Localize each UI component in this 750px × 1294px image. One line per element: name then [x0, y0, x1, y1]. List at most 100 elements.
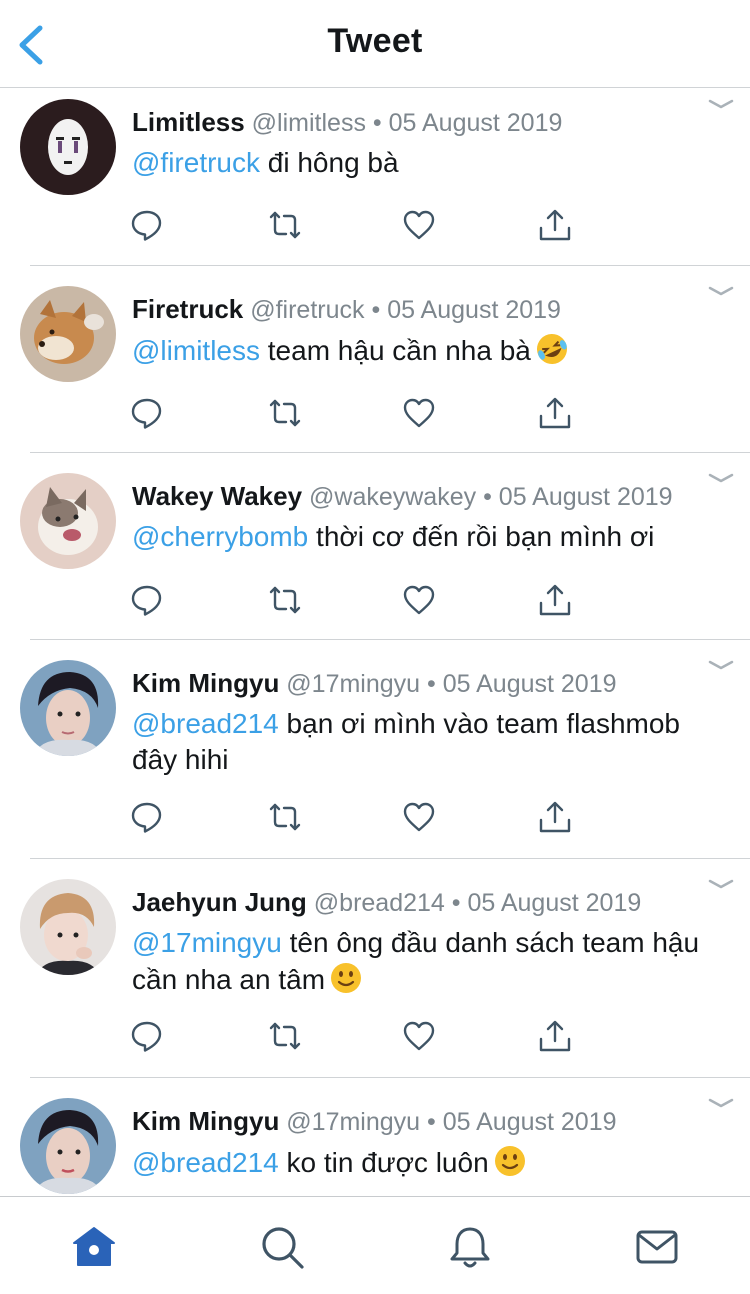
mail-icon: [636, 1230, 678, 1264]
home-icon: [73, 1227, 115, 1266]
tweet-header: Wakey Wakey @wakeywakey • 05 August 2019: [132, 481, 673, 512]
user-handle[interactable]: @wakeywakey: [309, 483, 476, 511]
like-button[interactable]: [402, 800, 436, 834]
top-nav-bar: Tweet: [0, 0, 750, 88]
chevron-down-icon: [708, 99, 734, 109]
separator-dot: •: [427, 670, 436, 698]
separator-dot: •: [427, 1108, 436, 1136]
retweet-icon: [269, 586, 301, 614]
page-title: Tweet: [327, 22, 423, 60]
retweet-icon: [269, 803, 301, 831]
avatar[interactable]: [20, 99, 116, 195]
like-button[interactable]: [402, 396, 436, 430]
retweet-button[interactable]: [268, 583, 302, 617]
chevron-down-icon: [708, 1098, 734, 1108]
tweet-menu-button[interactable]: [706, 282, 736, 302]
like-button[interactable]: [402, 1019, 436, 1053]
display-name[interactable]: Wakey Wakey: [132, 481, 302, 511]
avatar[interactable]: [20, 1098, 116, 1194]
separator-dot: •: [372, 109, 382, 137]
reply-icon: [131, 1021, 162, 1052]
tweet-header: Jaehyun Jung @bread214 • 05 August 2019: [132, 887, 641, 918]
tweet-actions: [130, 1019, 580, 1053]
avatar[interactable]: [20, 286, 116, 382]
search-icon: [262, 1227, 304, 1269]
retweet-button[interactable]: [268, 208, 302, 242]
tweet-date: 05 August 2019: [498, 483, 673, 511]
retweet-button[interactable]: [268, 396, 302, 430]
share-button[interactable]: [538, 1019, 572, 1053]
tweet-text: @bread214 ko tin được luôn: [132, 1144, 732, 1187]
avatar[interactable]: [20, 879, 116, 975]
tweet-body: team hậu cần nha bà: [267, 335, 531, 366]
reply-button[interactable]: [130, 800, 164, 834]
reply-button[interactable]: [130, 1019, 164, 1053]
tweet-item[interactable]: Kim Mingyu @17mingyu • 05 August 2019 @b…: [0, 1078, 750, 1196]
tweet-item[interactable]: Limitless @limitless • 05 August 2019 @f…: [0, 89, 750, 266]
mention-link[interactable]: @bread214: [132, 708, 279, 739]
tab-messages[interactable]: [633, 1223, 681, 1271]
chevron-down-icon: [708, 473, 734, 483]
tweet-text: @cherrybomb thời cơ đến rồi bạn mình ơi: [132, 519, 732, 555]
reply-icon: [131, 398, 162, 429]
separator-dot: •: [451, 889, 461, 917]
like-icon: [403, 398, 435, 428]
tweet-header: Kim Mingyu @17mingyu • 05 August 2019: [132, 1106, 617, 1137]
tweet-item[interactable]: Wakey Wakey @wakeywakey • 05 August 2019…: [0, 453, 750, 640]
mention-link[interactable]: @firetruck: [132, 147, 260, 178]
like-icon: [403, 1021, 435, 1051]
tweet-item[interactable]: Jaehyun Jung @bread214 • 05 August 2019 …: [0, 859, 750, 1078]
reply-button[interactable]: [130, 208, 164, 242]
display-name[interactable]: Kim Mingyu: [132, 668, 279, 698]
share-icon: [539, 209, 571, 241]
user-handle[interactable]: @limitless: [252, 109, 366, 137]
tab-search[interactable]: [258, 1223, 306, 1271]
tab-home[interactable]: [70, 1223, 118, 1271]
display-name[interactable]: Firetruck: [132, 294, 243, 324]
tweet-actions: [130, 800, 580, 834]
tweet-feed[interactable]: Limitless @limitless • 05 August 2019 @f…: [0, 89, 750, 1196]
user-handle[interactable]: @bread214: [314, 889, 445, 917]
chevron-down-icon: [708, 286, 734, 296]
mention-link[interactable]: @bread214: [132, 1147, 279, 1178]
mention-link[interactable]: @cherrybomb: [132, 521, 308, 552]
share-button[interactable]: [538, 396, 572, 430]
tweet-item[interactable]: Firetruck @firetruck • 05 August 2019 @l…: [0, 266, 750, 453]
retweet-button[interactable]: [268, 1019, 302, 1053]
retweet-button[interactable]: [268, 800, 302, 834]
user-handle[interactable]: @firetruck: [250, 296, 364, 324]
tweet-menu-button[interactable]: [706, 875, 736, 895]
retweet-icon: [269, 1022, 301, 1050]
reply-button[interactable]: [130, 583, 164, 617]
share-button[interactable]: [538, 208, 572, 242]
user-handle[interactable]: @17mingyu: [286, 1108, 420, 1136]
display-name[interactable]: Limitless: [132, 107, 245, 137]
tweet-menu-button[interactable]: [706, 95, 736, 115]
share-button[interactable]: [538, 583, 572, 617]
reply-button[interactable]: [130, 396, 164, 430]
user-handle[interactable]: @17mingyu: [286, 670, 420, 698]
like-button[interactable]: [402, 208, 436, 242]
tweet-menu-button[interactable]: [706, 656, 736, 676]
bell-icon: [450, 1227, 490, 1268]
share-icon: [539, 1020, 571, 1052]
tweet-text: @limitless team hậu cần nha bà: [132, 332, 732, 375]
avatar[interactable]: [20, 473, 116, 569]
tweet-menu-button[interactable]: [706, 469, 736, 489]
tweet-actions: [130, 208, 580, 242]
mention-link[interactable]: @17mingyu: [132, 927, 282, 958]
tweet-body: ko tin được luôn: [286, 1147, 489, 1178]
like-icon: [403, 802, 435, 832]
like-button[interactable]: [402, 583, 436, 617]
tab-notifications[interactable]: [446, 1223, 494, 1271]
avatar[interactable]: [20, 660, 116, 756]
like-icon: [403, 210, 435, 240]
tweet-menu-button[interactable]: [706, 1094, 736, 1114]
share-icon: [539, 801, 571, 833]
mention-link[interactable]: @limitless: [132, 335, 260, 366]
share-button[interactable]: [538, 800, 572, 834]
tweet-date: 05 August 2019: [388, 109, 563, 137]
tweet-item[interactable]: Kim Mingyu @17mingyu • 05 August 2019 @b…: [0, 640, 750, 859]
display-name[interactable]: Jaehyun Jung: [132, 887, 307, 917]
display-name[interactable]: Kim Mingyu: [132, 1106, 279, 1136]
